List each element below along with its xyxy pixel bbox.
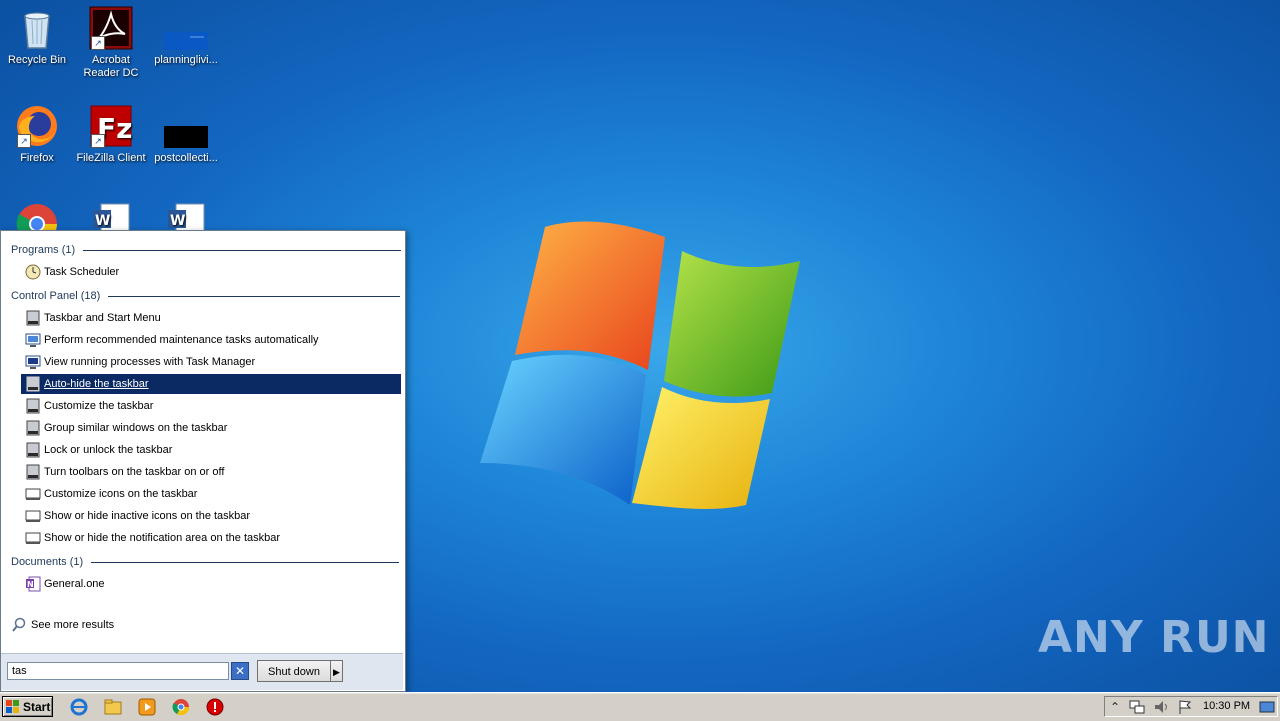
desktop-icon-postcollection[interactable]: postcollecti... — [149, 104, 223, 165]
shutdown-button[interactable]: Shut down — [257, 660, 331, 682]
section-divider — [91, 561, 400, 563]
desktop-icon-planning[interactable]: planninglivi... — [149, 6, 223, 67]
result-label: Group similar windows on the taskbar — [44, 422, 228, 434]
result-lock-taskbar[interactable]: Lock or unlock the taskbar — [21, 440, 401, 460]
shutdown-options-arrow-icon[interactable]: ▶ — [331, 660, 343, 682]
start-button[interactable]: Start — [2, 696, 53, 717]
shortcut-arrow-icon: ↗ — [17, 134, 31, 148]
desktop-icon-label: FileZilla Client — [76, 152, 146, 164]
section-divider — [108, 295, 401, 297]
see-more-results-link[interactable]: See more results — [11, 617, 114, 633]
result-label: Customize the taskbar — [44, 400, 154, 412]
result-label: Perform recommended maintenance tasks au… — [44, 334, 319, 346]
result-maintenance-tasks[interactable]: Perform recommended maintenance tasks au… — [21, 330, 401, 350]
svg-text:W: W — [95, 213, 110, 229]
result-label: Auto-hide the taskbar — [44, 378, 149, 390]
result-label: Taskbar and Start Menu — [44, 312, 161, 324]
internet-explorer-icon[interactable] — [70, 698, 88, 716]
result-label: General.one — [44, 578, 105, 590]
result-turn-toolbars[interactable]: Turn toolbars on the taskbar on or off — [21, 462, 401, 482]
clear-search-icon[interactable]: ✕ — [231, 662, 249, 680]
action-center-icon — [25, 332, 41, 348]
desktop-icon-label: Firefox — [20, 152, 54, 164]
section-heading-control-panel: Control Panel (18) — [11, 289, 401, 303]
filezilla-icon: Fz ↗ — [89, 104, 133, 148]
volume-icon[interactable] — [1153, 699, 1169, 715]
taskbar-icon — [25, 398, 41, 414]
monitor-icon — [25, 354, 41, 370]
stop-sign-icon[interactable] — [206, 698, 224, 716]
desktop-icon-filezilla[interactable]: Fz ↗ FileZilla Client — [74, 104, 148, 165]
result-customize-icons[interactable]: Customize icons on the taskbar — [21, 484, 401, 504]
windows-flag-icon — [6, 699, 20, 714]
clock-icon — [25, 264, 41, 280]
firefox-icon: ↗ — [15, 104, 59, 148]
action-center-flag-icon[interactable] — [1177, 699, 1193, 715]
magnifier-icon — [11, 617, 27, 633]
result-general-one[interactable]: N General.one — [21, 574, 401, 594]
shortcut-arrow-icon: ↗ — [91, 36, 105, 50]
taskbar-icon — [25, 420, 41, 436]
document-thumbnail-icon — [164, 104, 208, 148]
media-player-icon[interactable] — [138, 698, 156, 716]
svg-text:W: W — [170, 213, 185, 229]
section-heading-documents: Documents (1) — [11, 555, 400, 569]
desktop-icon-label: Recycle Bin — [7, 54, 67, 66]
section-heading-label: Programs (1) — [11, 244, 76, 256]
result-inactive-icons[interactable]: Show or hide inactive icons on the taskb… — [21, 506, 401, 526]
result-group-similar-windows[interactable]: Group similar windows on the taskbar — [21, 418, 401, 438]
shortcut-arrow-icon: ↗ — [91, 134, 105, 148]
result-notification-area[interactable]: Show or hide the notification area on th… — [21, 528, 401, 548]
notification-area: ⌃ 10:30 PM — [1104, 696, 1278, 717]
search-input[interactable] — [7, 662, 229, 680]
section-heading-label: Documents (1) — [11, 556, 84, 568]
taskbar: Start ⌃ 10:30 PM — [0, 692, 1280, 721]
result-label: Task Scheduler — [44, 266, 120, 278]
result-customize-taskbar[interactable]: Customize the taskbar — [21, 396, 401, 416]
desktop-icon-acrobat[interactable]: ↗ Acrobat Reader DC — [74, 6, 148, 80]
result-label: Turn toolbars on the taskbar on or off — [44, 466, 225, 478]
desktop-icon-label: postcollecti... — [154, 152, 218, 164]
recycle-bin-icon — [15, 6, 59, 50]
notification-icon — [25, 508, 41, 524]
document-thumbnail-icon — [164, 6, 208, 50]
onenote-icon: N — [25, 576, 41, 592]
taskbar-icon — [25, 464, 41, 480]
section-heading-label: Control Panel (18) — [11, 290, 101, 302]
result-label: Customize icons on the taskbar — [44, 488, 198, 500]
svg-text:N: N — [27, 580, 34, 589]
acrobat-reader-icon: ↗ — [89, 6, 133, 50]
notification-icon — [25, 530, 41, 546]
taskbar-clock[interactable]: 10:30 PM — [1203, 700, 1250, 712]
section-heading-programs: Programs (1) — [11, 243, 402, 257]
result-label: Lock or unlock the taskbar — [44, 444, 173, 456]
result-label: View running processes with Task Manager — [44, 356, 256, 368]
desktop-icon-firefox[interactable]: ↗ Firefox — [0, 104, 74, 165]
windows-logo-wallpaper — [470, 215, 810, 515]
desktop-icon-label: planninglivi... — [154, 54, 218, 66]
start-label: Start — [23, 699, 51, 714]
chrome-icon[interactable] — [172, 698, 190, 716]
result-label: Show or hide inactive icons on the taskb… — [44, 510, 251, 522]
result-task-scheduler[interactable]: Task Scheduler — [21, 262, 401, 282]
show-hidden-icons-icon[interactable]: ⌃ — [1107, 699, 1123, 715]
taskbar-icon — [25, 376, 41, 392]
desktop-icon-recycle-bin[interactable]: Recycle Bin — [0, 6, 74, 67]
result-taskbar-and-start-menu[interactable]: Taskbar and Start Menu — [21, 308, 401, 328]
taskbar-icon — [25, 442, 41, 458]
desktop-icon-label: Acrobat Reader DC — [83, 54, 139, 79]
show-desktop-icon[interactable] — [1259, 699, 1275, 715]
taskbar-icon — [25, 310, 41, 326]
start-menu-search-panel: Programs (1) Task Scheduler Control Pane… — [0, 230, 406, 692]
see-more-label: See more results — [31, 619, 115, 631]
notification-icon — [25, 486, 41, 502]
anyrun-watermark: ANY RUN — [1038, 612, 1270, 663]
result-auto-hide-taskbar[interactable]: Auto-hide the taskbar — [21, 374, 401, 394]
section-divider — [83, 249, 402, 251]
result-label: Show or hide the notification area on th… — [44, 532, 281, 544]
search-bar: ✕ Shut down ▶ — [1, 653, 403, 690]
file-explorer-icon[interactable] — [104, 698, 122, 716]
network-icon[interactable] — [1129, 699, 1145, 715]
result-task-manager[interactable]: View running processes with Task Manager — [21, 352, 401, 372]
